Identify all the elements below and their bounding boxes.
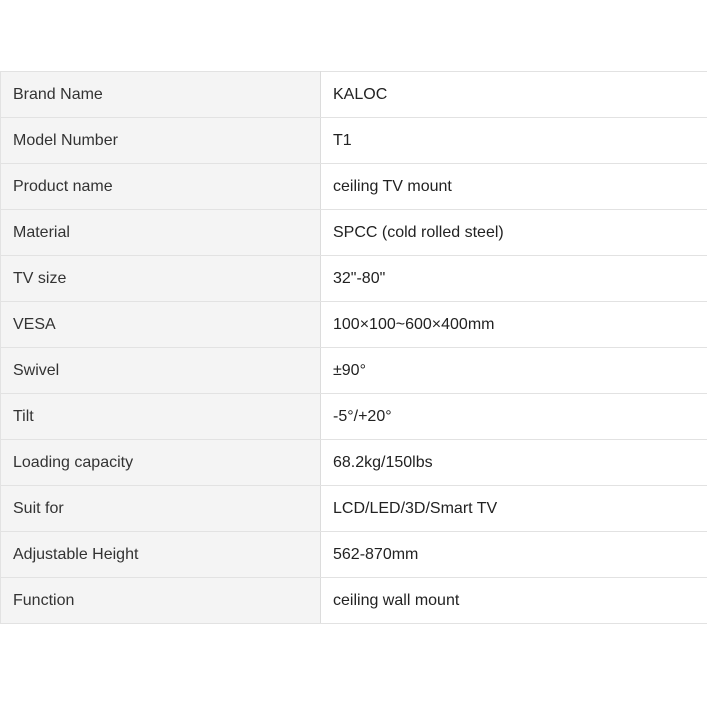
table-row: Model Number T1 (0, 117, 707, 164)
table-row: Tilt -5°/+20° (0, 393, 707, 440)
table-row: VESA 100×100~600×400mm (0, 301, 707, 348)
spec-value: 100×100~600×400mm (320, 301, 707, 348)
spec-label: Loading capacity (0, 439, 321, 486)
spec-value: 32"-80" (320, 255, 707, 302)
table-row: Function ceiling wall mount (0, 577, 707, 624)
table-row: TV size 32"-80" (0, 255, 707, 302)
spec-label: Swivel (0, 347, 321, 394)
spec-label: Product name (0, 163, 321, 210)
spec-value: KALOC (320, 71, 707, 118)
spec-value: T1 (320, 117, 707, 164)
table-row: Adjustable Height 562-870mm (0, 531, 707, 578)
spec-label: Suit for (0, 485, 321, 532)
spec-value: ceiling wall mount (320, 577, 707, 624)
table-row: Material SPCC (cold rolled steel) (0, 209, 707, 256)
table-row: Suit for LCD/LED/3D/Smart TV (0, 485, 707, 532)
spec-value: ceiling TV mount (320, 163, 707, 210)
table-row: Product name ceiling TV mount (0, 163, 707, 210)
table-row: Swivel ±90° (0, 347, 707, 394)
spec-label: Adjustable Height (0, 531, 321, 578)
spec-value: -5°/+20° (320, 393, 707, 440)
spec-label: Model Number (0, 117, 321, 164)
spec-label: Material (0, 209, 321, 256)
spec-value: 562-870mm (320, 531, 707, 578)
table-row: Brand Name KALOC (0, 71, 707, 118)
spec-label: Tilt (0, 393, 321, 440)
spec-value: LCD/LED/3D/Smart TV (320, 485, 707, 532)
spec-label: TV size (0, 255, 321, 302)
spec-value: 68.2kg/150lbs (320, 439, 707, 486)
table-row: Loading capacity 68.2kg/150lbs (0, 439, 707, 486)
spec-label: VESA (0, 301, 321, 348)
specification-table: Brand Name KALOC Model Number T1 Product… (0, 71, 707, 624)
spec-label: Brand Name (0, 71, 321, 118)
spec-value: SPCC (cold rolled steel) (320, 209, 707, 256)
spec-value: ±90° (320, 347, 707, 394)
spec-label: Function (0, 577, 321, 624)
